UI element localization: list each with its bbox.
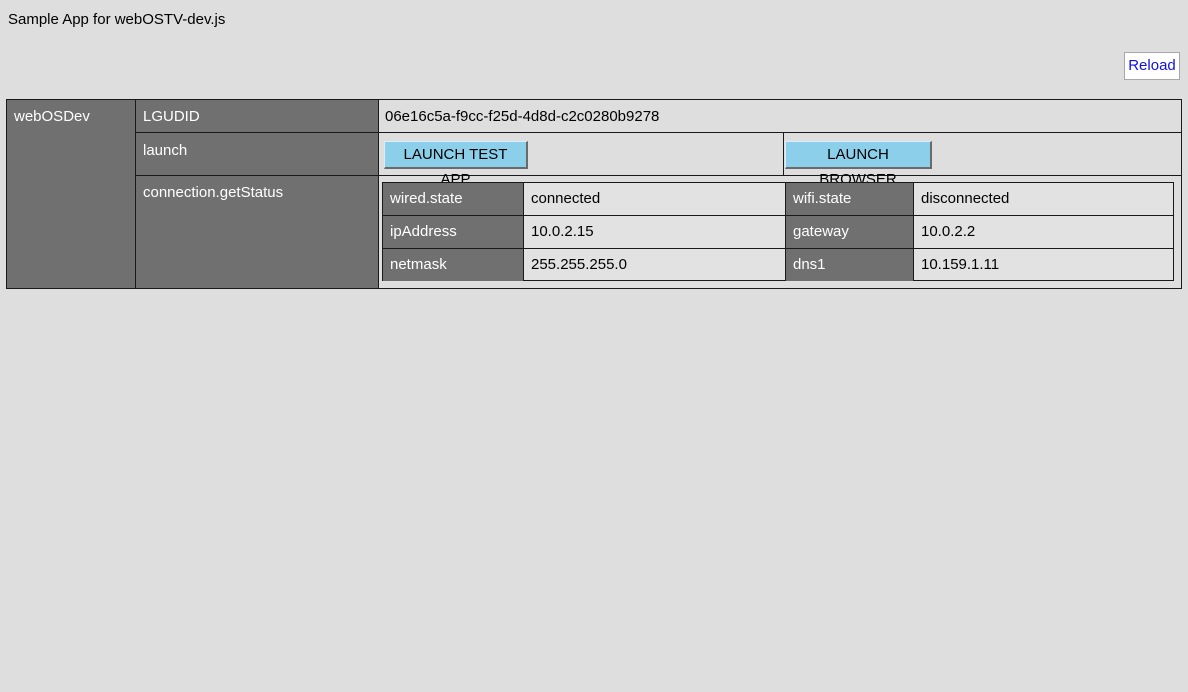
lgudid-value: 06e16c5a-f9cc-f25d-4d8d-c2c0280b9278 [385, 108, 660, 125]
table-divider [783, 133, 784, 175]
launch-browser-button[interactable]: LAUNCH BROWSER [785, 141, 932, 188]
status-key: wifi.state [786, 183, 913, 215]
status-key: ipAddress [383, 216, 523, 248]
status-divider [523, 183, 524, 280]
status-divider [383, 248, 1173, 249]
lgudid-key: LGUDID [143, 108, 200, 125]
table-divider [136, 132, 1181, 133]
status-value: 255.255.255.0 [531, 256, 627, 273]
status-key: wired.state [383, 183, 523, 215]
status-divider [913, 183, 914, 280]
status-key: dns1 [786, 249, 913, 281]
status-value: connected [531, 190, 601, 207]
status-divider [383, 215, 1173, 216]
table-divider [136, 175, 1181, 176]
status-key: gateway [786, 216, 913, 248]
launch-test-app-button[interactable]: LAUNCH TEST APP [384, 141, 528, 188]
lgudid-key-cell: LGUDID [136, 100, 378, 132]
connection-key: connection.getStatus [143, 184, 284, 201]
reload-button[interactable]: Reload [1124, 52, 1180, 80]
launch-key: launch [143, 142, 188, 159]
app-title: Sample App for webOSTV-dev.js [8, 11, 226, 28]
table-divider [378, 100, 379, 288]
status-key: netmask [383, 249, 523, 281]
status-value: 10.159.1.11 [921, 256, 1000, 273]
status-value: 10.0.2.2 [921, 223, 976, 240]
connection-key-cell: connection.getStatus [136, 176, 378, 288]
connection-status-table: wired.state connected wifi.state disconn… [382, 182, 1174, 281]
section-label-cell: webOSDev [7, 100, 135, 288]
status-divider [785, 183, 786, 280]
status-value: 10.0.2.15 [531, 223, 594, 240]
section-label: webOSDev [14, 108, 90, 125]
launch-key-cell: launch [136, 133, 378, 175]
table-divider [135, 100, 136, 288]
lgudid-value-cell: 06e16c5a-f9cc-f25d-4d8d-c2c0280b9278 [379, 100, 1181, 132]
status-value: disconnected [921, 190, 1010, 207]
